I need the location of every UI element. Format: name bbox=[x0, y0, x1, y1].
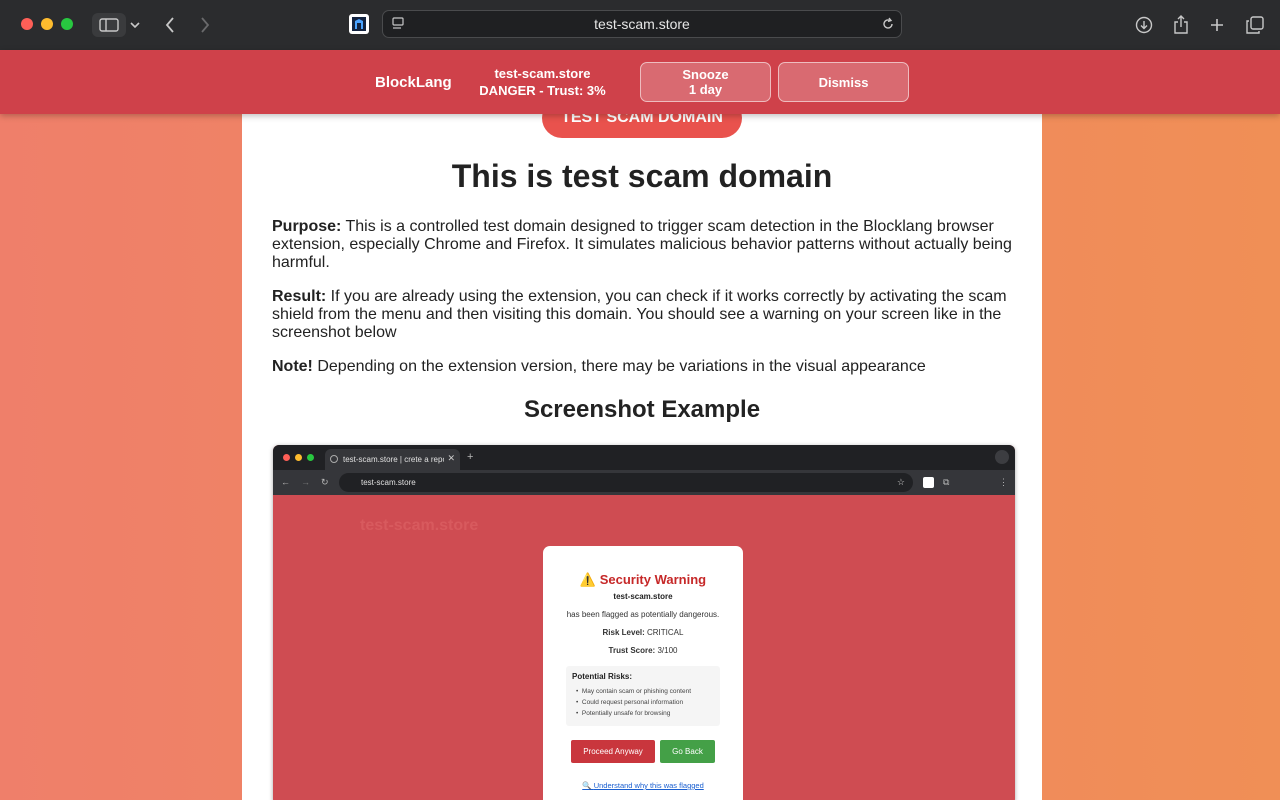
reload-icon[interactable] bbox=[881, 17, 895, 36]
chevron-down-icon[interactable] bbox=[128, 13, 142, 37]
example-minimize-dot bbox=[295, 454, 302, 461]
zoom-window-button[interactable] bbox=[61, 18, 73, 30]
blocklang-extension-icon[interactable] bbox=[349, 14, 369, 34]
blocklang-warning-banner: BlockLang test-scam.store DANGER - Trust… bbox=[0, 50, 1280, 114]
tab-overview-icon[interactable] bbox=[1245, 13, 1265, 37]
dismiss-button[interactable]: Dismiss bbox=[778, 62, 909, 102]
example-watermark: test-scam.store bbox=[360, 517, 479, 534]
purpose-label: Purpose: bbox=[272, 218, 342, 235]
example-forward-icon: → bbox=[301, 477, 310, 487]
example-risk-level: Risk Level: CRITICAL bbox=[602, 628, 684, 637]
purpose-paragraph: Purpose: This is a controlled test domai… bbox=[272, 218, 1017, 272]
banner-brand: BlockLang bbox=[375, 74, 452, 91]
share-icon[interactable] bbox=[1172, 13, 1190, 37]
example-proceed-button: Proceed Anyway bbox=[571, 740, 655, 763]
example-toolbar: ← → ↻ test-scam.store ☆ ⧉ ⋮ bbox=[273, 470, 1015, 495]
snooze-label-line1: Snooze bbox=[682, 67, 729, 82]
downloads-icon[interactable] bbox=[1134, 13, 1154, 37]
screenshot-example-image: test-scam.store | crete a repo ✕ + ← → ↻… bbox=[273, 445, 1015, 800]
example-tab-favicon-icon bbox=[330, 455, 338, 463]
example-tab-close-icon: ✕ bbox=[444, 453, 455, 464]
example-understand-link: 🔍 Understand why this was flagged bbox=[582, 781, 704, 790]
example-menu-icon: ⋮ bbox=[999, 477, 1008, 487]
minimize-window-button[interactable] bbox=[41, 18, 53, 30]
example-puzzle-icon: ⧉ bbox=[943, 477, 950, 487]
purpose-text: This is a controlled test domain designe… bbox=[272, 218, 1012, 271]
example-risk-item: • Potentially unsafe for browsing bbox=[576, 710, 671, 717]
back-icon[interactable] bbox=[162, 13, 178, 37]
result-label: Result: bbox=[272, 288, 327, 305]
banner-danger-status: DANGER - Trust: 3% bbox=[479, 83, 606, 98]
example-security-warning-modal: ⚠️ Security Warning test-scam.store has … bbox=[543, 546, 743, 800]
page-menu-icon[interactable] bbox=[392, 17, 406, 36]
close-window-button[interactable] bbox=[21, 18, 33, 30]
example-new-tab-icon: + bbox=[467, 451, 474, 463]
example-risks-title: Potential Risks: bbox=[572, 672, 633, 681]
example-go-back-button: Go Back bbox=[660, 740, 715, 763]
example-extension-icon bbox=[923, 477, 934, 488]
example-warning-title: ⚠️ Security Warning bbox=[579, 572, 707, 587]
example-warning-domain: test-scam.store bbox=[613, 592, 673, 601]
url-text: test-scam.store bbox=[594, 16, 690, 32]
example-url-bar: test-scam.store ☆ bbox=[339, 473, 913, 492]
example-tab-title: test-scam.store | crete a repo bbox=[343, 455, 447, 464]
example-risks-box: Potential Risks: • May contain scam or p… bbox=[566, 666, 720, 726]
example-back-icon: ← bbox=[281, 477, 290, 487]
example-trust-score: Trust Score: 3/100 bbox=[608, 646, 678, 655]
magnifier-icon: 🔍 bbox=[582, 781, 594, 790]
address-bar[interactable]: test-scam.store bbox=[382, 10, 902, 38]
dismiss-label: Dismiss bbox=[818, 74, 869, 90]
note-paragraph: Note! Depending on the extension version… bbox=[272, 358, 1017, 376]
example-tab-strip: test-scam.store | crete a repo ✕ + bbox=[273, 445, 1015, 470]
note-label: Note! bbox=[272, 358, 313, 375]
browser-toolbar: test-scam.store bbox=[0, 0, 1280, 50]
example-url-text: test-scam.store bbox=[361, 478, 416, 487]
note-text: Depending on the extension version, ther… bbox=[312, 358, 926, 375]
sidebar-toggle-icon[interactable] bbox=[92, 13, 126, 37]
snooze-button[interactable]: Snooze 1 day bbox=[640, 62, 771, 102]
snooze-label-line2: 1 day bbox=[688, 82, 723, 97]
new-tab-icon[interactable] bbox=[1208, 13, 1226, 37]
warning-icon: ⚠️ bbox=[579, 572, 600, 587]
example-close-dot bbox=[283, 454, 290, 461]
example-bookmark-icon: ☆ bbox=[896, 477, 905, 487]
example-zoom-dot bbox=[307, 454, 314, 461]
example-risk-item: • Could request personal information bbox=[576, 699, 684, 706]
banner-domain: test-scam.store bbox=[494, 66, 591, 81]
example-tab: test-scam.store | crete a repo ✕ bbox=[325, 449, 460, 470]
result-paragraph: Result: If you are already using the ext… bbox=[272, 288, 1017, 342]
result-text: If you are already using the extension, … bbox=[272, 288, 1007, 341]
page-title: This is test scam domain bbox=[451, 158, 833, 194]
example-flagged-text: has been flagged as potentially dangerou… bbox=[566, 610, 720, 619]
screenshot-example-heading: Screenshot Example bbox=[523, 396, 761, 423]
forward-icon[interactable] bbox=[197, 13, 213, 37]
example-tab-search-icon bbox=[995, 450, 1009, 464]
example-reload-icon: ↻ bbox=[321, 477, 329, 487]
example-risk-item: • May contain scam or phishing content bbox=[576, 688, 692, 695]
